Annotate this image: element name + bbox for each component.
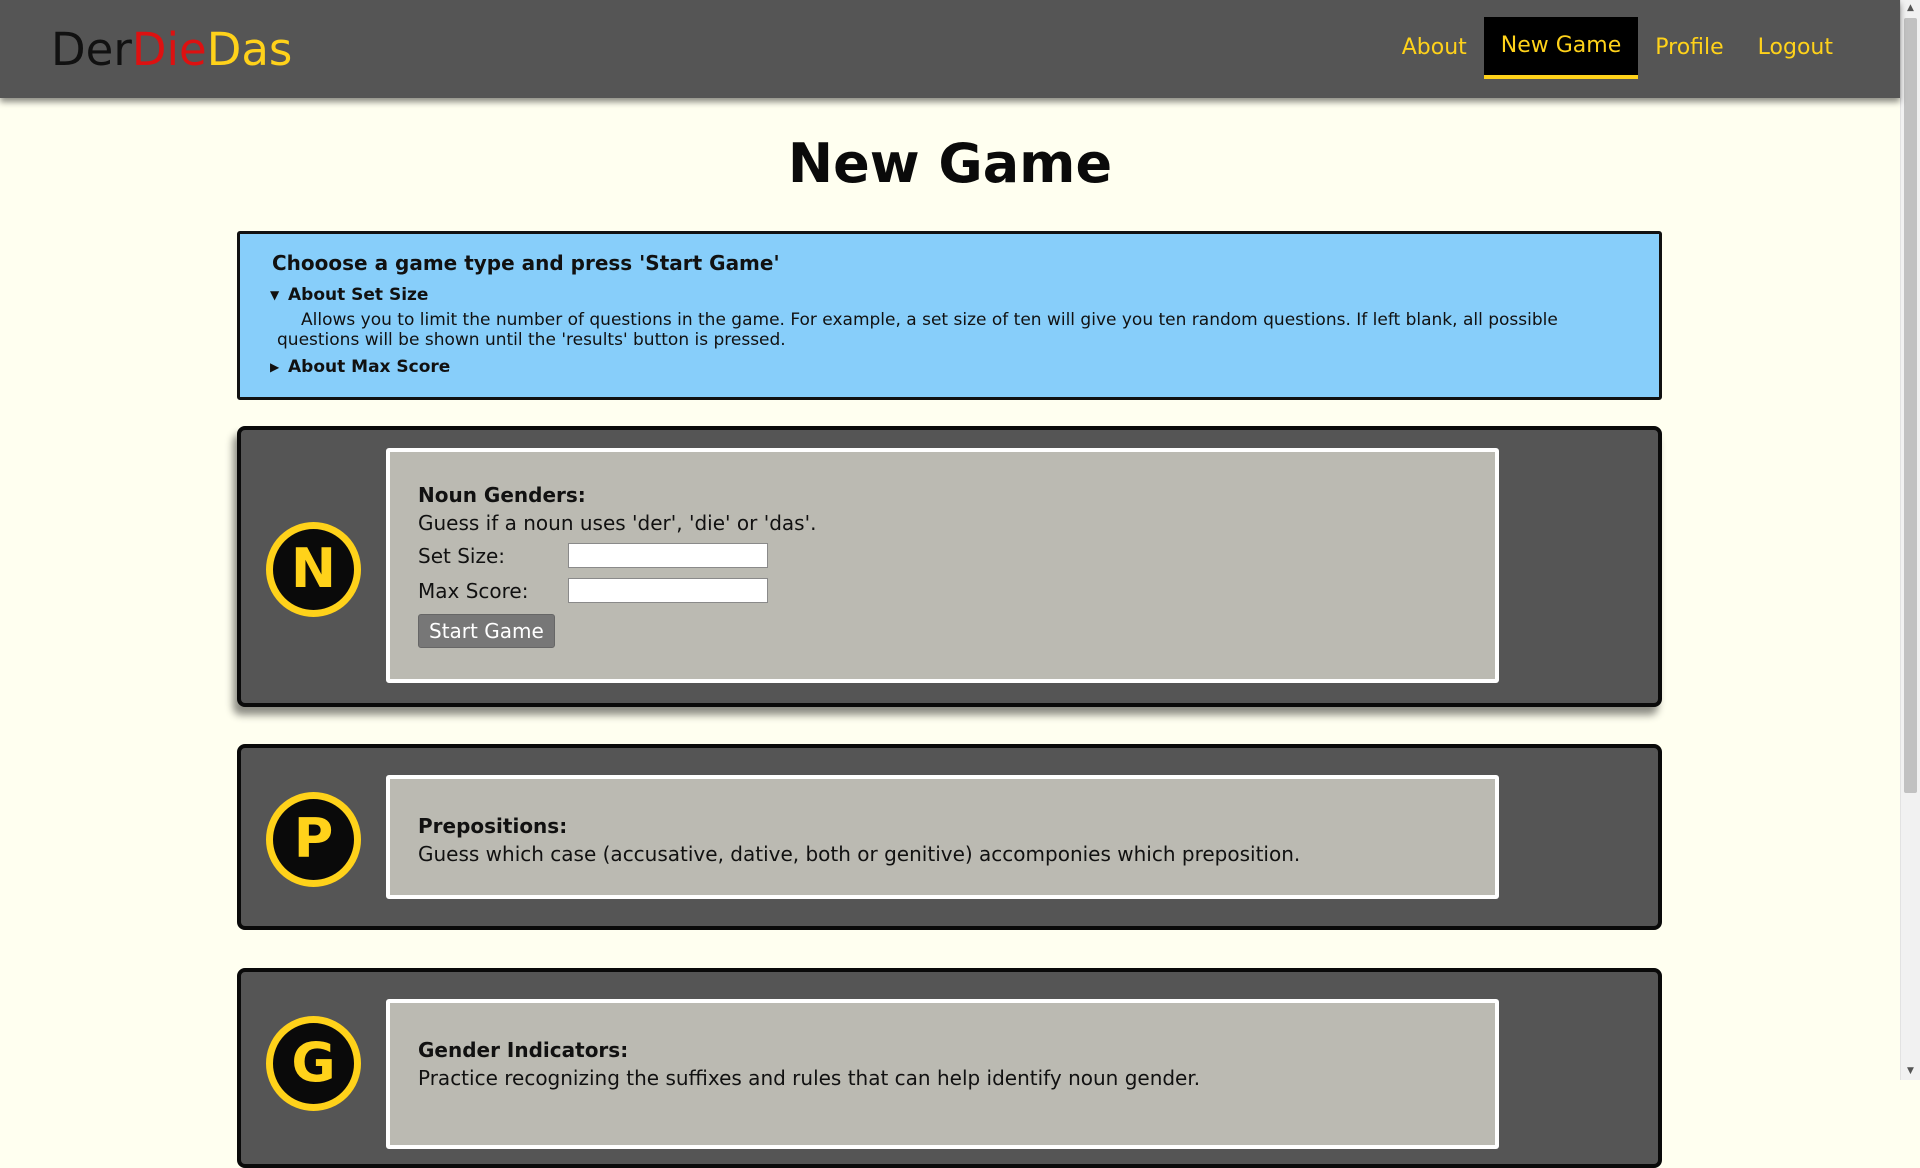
- logo-der: Der: [51, 23, 132, 76]
- set-size-row: Set Size:: [418, 538, 1467, 573]
- instructions-box: Chooose a game type and press 'Start Gam…: [237, 231, 1662, 400]
- start-game-button[interactable]: Start Game: [418, 614, 555, 648]
- max-score-input[interactable]: [568, 578, 768, 603]
- logo-das: Das: [206, 23, 293, 76]
- prepositions-title: Prepositions:: [418, 814, 568, 838]
- scrollbar-thumb[interactable]: [1904, 18, 1917, 793]
- prepositions-description: Guess which case (accusative, dative, bo…: [418, 842, 1301, 866]
- instructions-heading: Chooose a game type and press 'Start Gam…: [272, 251, 780, 275]
- set-size-label: Set Size:: [418, 543, 505, 568]
- top-navbar: DerDieDas About New Game Profile Logout: [0, 0, 1900, 98]
- noun-genders-title: Noun Genders:: [418, 483, 586, 507]
- about-max-score-label: About Max Score: [288, 357, 451, 377]
- nav-about-link[interactable]: About: [1385, 17, 1484, 79]
- about-max-score-toggle[interactable]: ▶ About Max Score: [270, 356, 1629, 378]
- about-set-size-label: About Set Size: [288, 285, 429, 305]
- about-set-size-text: Allows you to limit the number of questi…: [277, 310, 1558, 350]
- prepositions-p-icon: P: [266, 792, 361, 887]
- game-card-prepositions[interactable]: P Prepositions: Guess which case (accusa…: [237, 744, 1662, 930]
- nav-profile-link[interactable]: Profile: [1638, 17, 1740, 79]
- page-title: New Game: [787, 132, 1113, 195]
- scroll-up-arrow-icon[interactable]: ▲: [1901, 0, 1920, 17]
- noun-genders-n-icon: N: [266, 522, 361, 617]
- nav-new-game-link[interactable]: New Game: [1483, 17, 1639, 79]
- game-card-noun-genders: N Noun Genders: Guess if a noun uses 'de…: [237, 426, 1662, 707]
- triangle-down-icon: ▼: [270, 288, 280, 302]
- page-scrollbar[interactable]: ▲ ▼: [1900, 0, 1920, 1080]
- gender-indicators-g-icon: G: [266, 1016, 361, 1111]
- gender-indicators-panel: Gender Indicators: Practice recognizing …: [386, 999, 1499, 1149]
- noun-genders-panel: Noun Genders: Guess if a noun uses 'der'…: [386, 448, 1499, 683]
- gender-indicators-title: Gender Indicators:: [418, 1038, 629, 1062]
- site-logo[interactable]: DerDieDas: [51, 22, 292, 78]
- set-size-input[interactable]: [568, 543, 768, 568]
- about-set-size-toggle[interactable]: ▼ About Set Size: [270, 284, 1629, 306]
- scroll-down-arrow-icon[interactable]: ▼: [1901, 1063, 1920, 1080]
- prepositions-panel: Prepositions: Guess which case (accusati…: [386, 775, 1499, 899]
- max-score-label: Max Score:: [418, 578, 529, 603]
- logo-die: Die: [131, 23, 207, 76]
- game-card-gender-indicators[interactable]: G Gender Indicators: Practice recognizin…: [237, 968, 1662, 1168]
- nav-logout-link[interactable]: Logout: [1741, 17, 1850, 79]
- noun-genders-description: Guess if a noun uses 'der', 'die' or 'da…: [418, 511, 817, 535]
- max-score-row: Max Score:: [418, 573, 1467, 608]
- nav-links: About New Game Profile Logout: [1385, 17, 1850, 79]
- triangle-right-icon: ▶: [270, 360, 280, 374]
- gender-indicators-description: Practice recognizing the suffixes and ru…: [418, 1066, 1201, 1090]
